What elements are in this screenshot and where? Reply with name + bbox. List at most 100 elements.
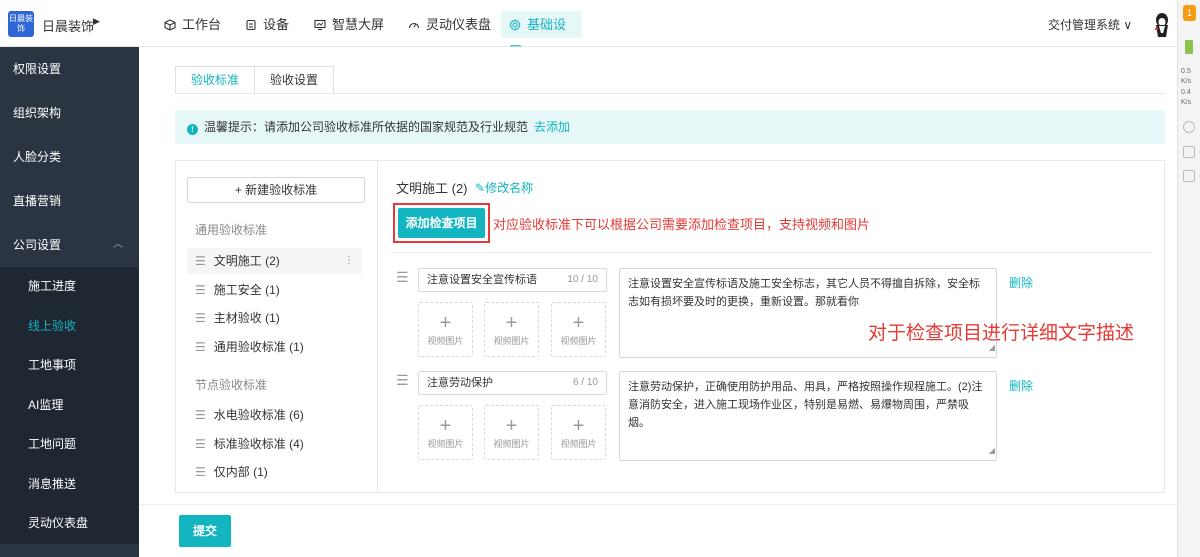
sidebar-item-ai[interactable]: AI监理: [0, 386, 139, 426]
nav-device[interactable]: 设备: [237, 11, 297, 38]
upload-label: 视频图片: [560, 439, 597, 449]
drag-handle-icon[interactable]: ☰: [195, 340, 206, 354]
list-item-label: 水电验收标准 (6): [213, 408, 304, 422]
upload-label: 视频图片: [560, 336, 597, 346]
screenshot-icon[interactable]: [1183, 146, 1195, 158]
plus-icon: +: [572, 312, 585, 334]
tab-acceptance-settings[interactable]: 验收设置: [255, 66, 335, 94]
notification-badge[interactable]: 1: [1183, 5, 1196, 21]
check-item-name-input[interactable]: 注意设置安全宣传标语 10 / 10: [418, 268, 607, 292]
brand-logo[interactable]: 日晨装饰: [8, 11, 34, 37]
drag-handle-icon[interactable]: ☰: [396, 372, 409, 389]
upload-media-button[interactable]: + 视频图片: [418, 302, 473, 357]
notice-link[interactable]: 去添加: [534, 120, 570, 134]
upload-media-button[interactable]: + 视频图片: [484, 405, 539, 460]
check-item-name: 注意劳动保护: [427, 377, 493, 389]
check-item-description[interactable]: 注意劳动保护，正确使用防护用品、用具，严格按照操作规程施工。(2)注意消防安全，…: [619, 371, 997, 461]
sidebar-item-progress[interactable]: 施工进度: [0, 267, 139, 307]
download-unit: K/s: [1181, 99, 1192, 106]
sidebar-item-online-acceptance[interactable]: 线上验收: [0, 307, 139, 347]
nav-workbench-label: 工作台: [182, 17, 222, 32]
rename-link[interactable]: ✎修改名称: [475, 179, 533, 196]
upload-media-button[interactable]: + 视频图片: [418, 405, 473, 460]
add-item-highlight: 添加检查项目: [393, 203, 490, 243]
caret-right-icon[interactable]: ▶: [93, 16, 100, 27]
search-icon[interactable]: [1183, 170, 1195, 182]
sidebar-item-site-issues[interactable]: 工地问题: [0, 425, 139, 465]
plus-icon: +: [439, 312, 452, 334]
node-group-title: 节点验收标准: [195, 378, 268, 392]
system-switcher[interactable]: 交付管理系统 ∨: [1048, 16, 1132, 33]
new-standard-button[interactable]: + 新建验收标准: [187, 177, 365, 203]
sidebar-item-company[interactable]: 公司设置 ︿: [0, 223, 139, 267]
standards-list: + 新建验收标准 通用验收标准 ☰ 文明施工 (2) ⋮ ☰ 施工安全 (1) ☰ 主…: [176, 161, 378, 492]
drag-handle-icon[interactable]: ☰: [195, 254, 206, 268]
nav-dashboard-label: 灵动仪表盘: [426, 17, 492, 32]
check-item-name: 注意设置安全宣传标语: [427, 274, 537, 286]
plus-icon: +: [572, 415, 585, 437]
list-item[interactable]: ☰ 文明施工 (2) ⋮: [187, 248, 362, 274]
add-item-annotation: 对应验收标准下可以根据公司需要添加检查项目，支持视频和图片: [493, 217, 871, 232]
drag-handle-icon[interactable]: ☰: [195, 437, 206, 451]
edit-icon: ✎: [475, 181, 486, 195]
main-content: 验收标准 验收设置 ! 温馨提示：请添加公司验收标准所依据的国家规范及行业规范 去添…: [139, 47, 1177, 504]
sidebar-item-dashboard[interactable]: 灵动仪表盘: [0, 504, 139, 544]
nav-smart-screen[interactable]: 智慧大屏: [306, 11, 392, 38]
more-vertical-icon[interactable]: ⋮: [344, 248, 354, 274]
list-item[interactable]: ☰ 通用验收标准 (1): [187, 334, 362, 360]
rename-label: 修改名称: [485, 181, 534, 195]
list-item-label: 通用验收标准 (1): [213, 340, 304, 354]
submit-button[interactable]: 提交: [179, 515, 231, 547]
sidebar-item-live[interactable]: 直播营销: [0, 179, 139, 223]
cube-icon: [164, 19, 176, 31]
drag-handle-icon[interactable]: ☰: [195, 283, 206, 297]
sidebar-item-org[interactable]: 组织架构: [0, 91, 139, 135]
sidebar-item-push[interactable]: 消息推送: [0, 465, 139, 505]
drag-handle-icon[interactable]: ☰: [396, 269, 409, 286]
upload-media-button[interactable]: + 视频图片: [551, 405, 606, 460]
list-item[interactable]: ☰ 仅内部 (1): [187, 459, 362, 485]
drag-handle-icon[interactable]: ☰: [195, 408, 206, 422]
drag-handle-icon[interactable]: ☰: [195, 465, 206, 479]
resize-grip-icon[interactable]: ◢: [989, 442, 995, 460]
nav-dashboard[interactable]: 灵动仪表盘: [400, 11, 499, 38]
sidebar-item-permissions[interactable]: 权限设置: [0, 47, 139, 91]
nav-workbench[interactable]: 工作台: [156, 11, 229, 38]
list-item-label: 文明施工 (2): [213, 254, 280, 268]
check-item-name-input[interactable]: 注意劳动保护 6 / 10: [418, 371, 607, 395]
plus-icon: +: [505, 312, 518, 334]
tab-bar: 验收标准 验收设置: [175, 66, 335, 94]
logo-text: 日晨装饰: [9, 14, 33, 33]
add-check-item-button[interactable]: 添加检查项目: [398, 208, 485, 238]
upload-media-button[interactable]: + 视频图片: [484, 302, 539, 357]
chat-icon[interactable]: [1183, 121, 1195, 133]
tab-acceptance-standards[interactable]: 验收标准: [175, 66, 256, 94]
delete-button[interactable]: 删除: [1009, 377, 1033, 394]
monitor-icon: [314, 19, 326, 31]
notice-text: 温馨提示：请添加公司验收标准所依据的国家规范及行业规范: [204, 120, 529, 134]
top-bar: 日晨装饰 日晨装饰 ▶ 工作台 设备 智慧大屏 灵动仪表盘 基础设置 交付管理系…: [0, 0, 1177, 59]
sidebar-submenu: 施工进度 线上验收 工地事项 AI监理 工地问题 消息推送 灵动仪表盘: [0, 267, 139, 544]
list-item[interactable]: ☰ 水电验收标准 (6): [187, 402, 362, 428]
floating-toolbar: 1 0.5 K/s 0.4 K/s: [1177, 0, 1200, 557]
list-item[interactable]: ☰ 施工安全 (1): [187, 277, 362, 303]
char-counter: 10 / 10: [567, 274, 598, 285]
nav-basic-settings[interactable]: 基础设置: [501, 11, 582, 59]
upload-label: 视频图片: [427, 439, 464, 449]
device-icon: [246, 19, 256, 31]
gauge-icon: [408, 22, 420, 29]
sidebar-item-site-matters[interactable]: 工地事项: [0, 346, 139, 386]
upload-media-button[interactable]: + 视频图片: [551, 302, 606, 357]
list-item[interactable]: ☰ 标准验收标准 (4): [187, 431, 362, 457]
list-item-label: 仅内部 (1): [213, 465, 268, 479]
gear-icon: [509, 19, 521, 31]
drag-handle-icon[interactable]: ☰: [195, 311, 206, 325]
upload-speed: 0.5: [1181, 68, 1191, 75]
avatar[interactable]: [1150, 11, 1174, 39]
list-item[interactable]: ☰ 主材验收 (1): [187, 305, 362, 331]
char-counter: 6 / 10: [572, 377, 598, 388]
notice-banner: ! 温馨提示：请添加公司验收标准所依据的国家规范及行业规范 去添加: [175, 110, 1165, 144]
sidebar-item-face[interactable]: 人脸分类: [0, 135, 139, 179]
delete-button[interactable]: 删除: [1009, 274, 1033, 291]
brand-name[interactable]: 日晨装饰: [42, 16, 94, 35]
